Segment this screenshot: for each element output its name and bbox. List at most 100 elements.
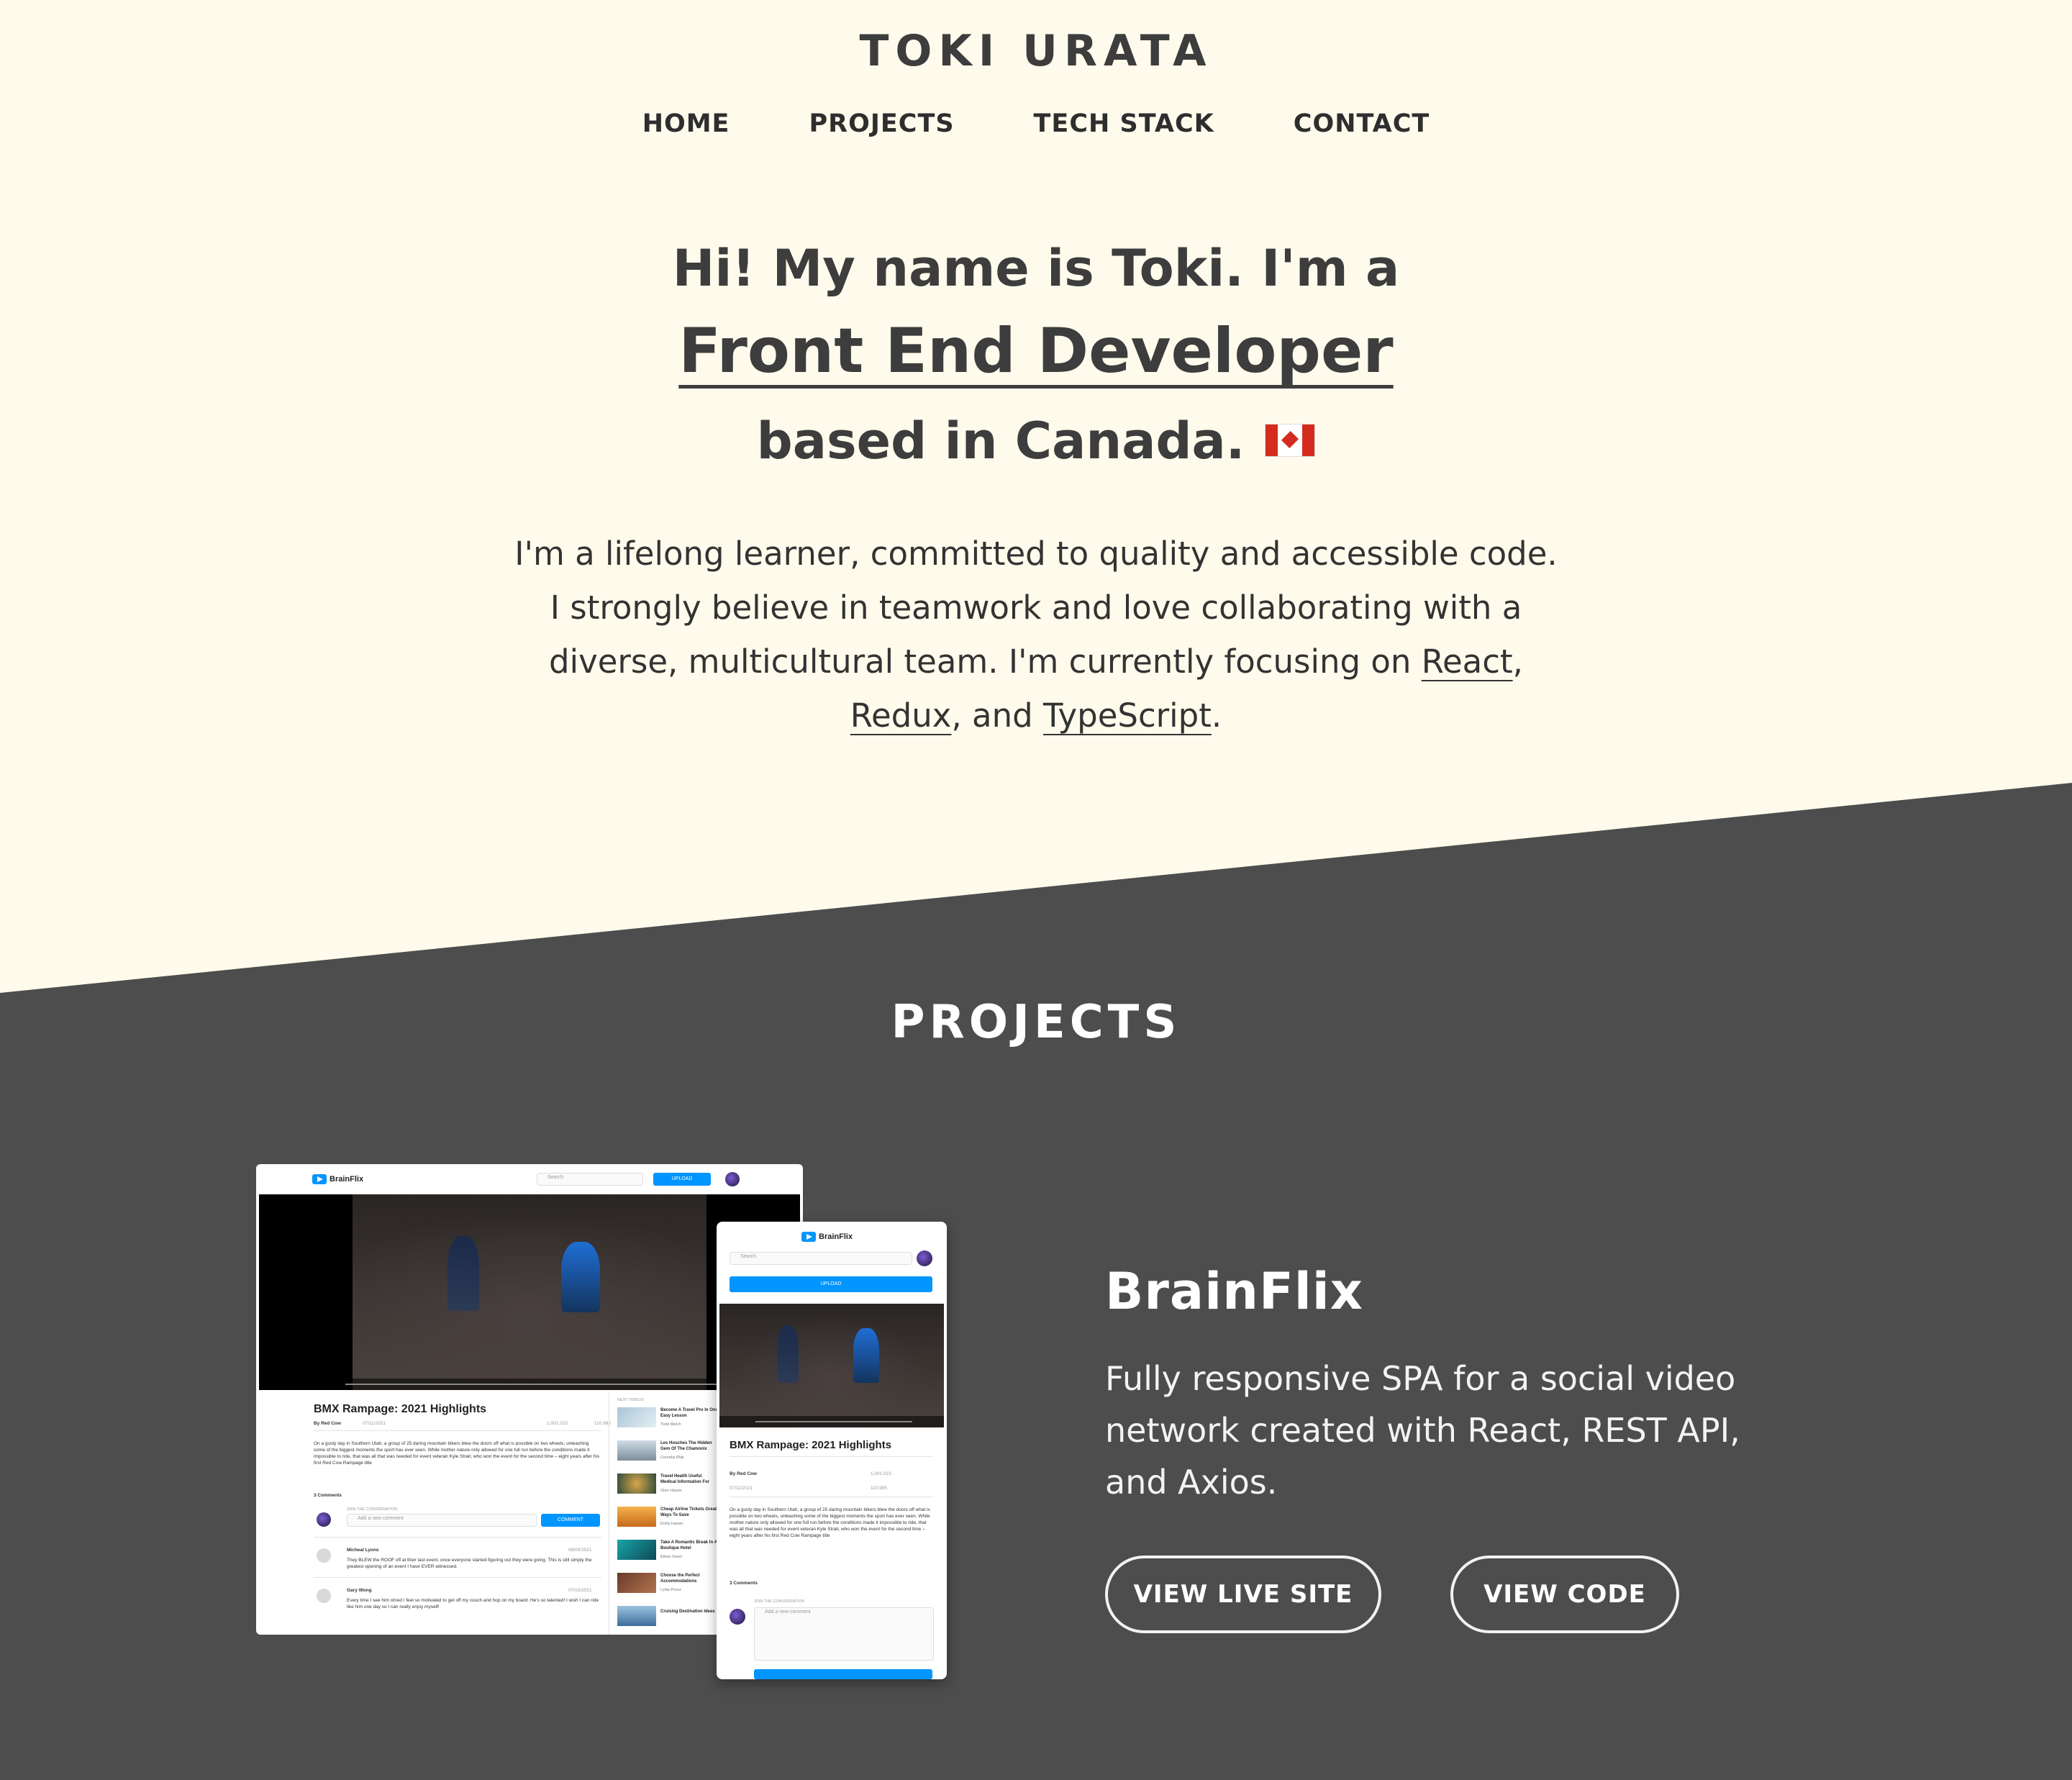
comment-date: 08/09/2021 [568,1548,592,1553]
rider-figure [853,1328,879,1383]
next-video-author: Lydia Perez [660,1588,681,1592]
hero-role-text: Front End Developer [678,315,1394,387]
comment-name: Gary Wong [347,1588,372,1593]
next-video-thumb [617,1440,656,1461]
comment-name: Micheal Lyons [347,1548,379,1553]
intro-text: . [1211,696,1222,735]
next-video-title: Les Houches The Hidden Gem Of The Chamon… [660,1441,712,1451]
mock-search-input: Search [537,1173,643,1186]
nav-home[interactable]: HOME [642,109,730,138]
rider-figure [777,1325,799,1383]
canada-flag-icon [1265,423,1316,457]
divider [730,1456,932,1457]
nav-projects[interactable]: PROJECTS [809,109,954,138]
mock-header: BrainFlix Search UPLOAD [256,1164,803,1194]
mock-search-placeholder: Search [740,1254,757,1259]
mock-video-title: BMX Rampage: 2021 Highlights [730,1439,892,1451]
mock-avatar [917,1250,932,1266]
next-video-author: Emily Harper [660,1522,683,1526]
mock-comment-button [754,1669,932,1679]
commenter-avatar [317,1548,331,1563]
divider [314,1577,601,1578]
mock-upload-button: UPLOAD [730,1276,932,1292]
mock-search-placeholder: Search [547,1175,564,1180]
next-video-author: Cornelia Blair [660,1456,685,1460]
mock-comment-input: Add a new comment [754,1607,934,1661]
nav-tech-stack[interactable]: TECH STACK [1034,109,1214,138]
intro-text: , [1512,642,1523,681]
intro-line-4: Redux, and TypeScript. [0,689,2072,743]
next-video-author: Glen Harper [660,1489,682,1493]
intro-line-1: I'm a lifelong learner, committed to qua… [514,535,1558,573]
mock-comments-count: 3 Comments [730,1581,758,1586]
brainflix-logo-icon [312,1174,327,1184]
next-video-title: Become A Travel Pro In One Easy Lesson [660,1408,718,1418]
mock-views: 1,001,023 [871,1471,891,1476]
mock-comment-button: COMMENT [541,1514,600,1527]
mock-likes: 110,985 [871,1486,888,1491]
mock-upload-button: UPLOAD [653,1173,711,1186]
next-videos-label: NEXT VIDEOS [617,1398,644,1402]
mock-logo-text: BrainFlix [819,1232,853,1241]
site-logo[interactable]: TOKI URATA [0,26,2072,76]
next-video-thumb [617,1407,656,1427]
project-description: Fully responsive SPA for a social video … [1105,1359,1740,1502]
nav-contact[interactable]: CONTACT [1294,109,1430,138]
next-video-title: Cheap Airline Tickets Great Ways To Save [660,1507,717,1517]
mock-author: By Red Cow [314,1421,341,1426]
rider-figure [447,1236,479,1311]
commenter-avatar [317,1589,331,1603]
projects-heading: PROJECTS [891,996,1181,1049]
mock-avatar [725,1172,740,1186]
brainflix-logo-icon [801,1232,816,1242]
mock-join-label: JOIN THE CONVERSATION [754,1599,805,1604]
next-video-thumb [617,1573,656,1593]
hero-role: Front End Developer [0,315,2072,387]
next-video-thumb [617,1540,656,1560]
next-video-thumb [617,1507,656,1527]
next-video-author: Todd Welch [660,1422,681,1427]
intro-paragraph: I'm a lifelong learner, committed to qua… [0,527,2072,743]
view-live-site-button[interactable]: VIEW LIVE SITE [1105,1556,1381,1633]
mock-comments-count: 3 Comments [314,1493,342,1498]
mock-author: By Red Cow [730,1471,757,1476]
project-name: BrainFlix [1105,1262,1363,1321]
react-link[interactable]: React [1422,642,1513,681]
comment-text: Every time I see him shred I feel so mot… [347,1598,599,1609]
mock-description: On a gusty day in Southern Utah, a group… [730,1507,930,1538]
main-nav: HOME PROJECTS TECH STACK CONTACT [0,109,2072,138]
redux-link[interactable]: Redux [850,696,952,735]
view-code-button[interactable]: VIEW CODE [1450,1556,1679,1633]
mock-comment-placeholder: Add a new comment [765,1609,811,1615]
hero-location: based in Canada. [0,412,2072,471]
next-video-title: Take A Romantic Break In A Boutique Hote… [660,1540,717,1550]
mock-comment-input: Add a new comment [347,1514,537,1527]
typescript-link[interactable]: TypeScript [1043,696,1212,735]
comment-text: They BLEW the ROOF off at their last eve… [347,1558,592,1569]
mock-avatar [730,1609,745,1625]
mock-description: On a gusty day in Southern Utah, a group… [314,1441,600,1466]
divider [314,1537,601,1538]
next-video-thumb [617,1474,656,1494]
next-video-thumb [617,1606,656,1626]
hero-greeting: Hi! My name is Toki. I'm a [672,239,1400,298]
next-video-title: Travel Health Useful Medical Information… [660,1474,710,1484]
mock-video-player [719,1304,944,1427]
intro-text: diverse, multicultural team. I'm current… [549,642,1422,681]
mock-date: 07/11/2021 [730,1486,753,1491]
mock-search-input: Search [730,1252,912,1265]
rider-figure [561,1242,600,1312]
divider [314,1430,601,1431]
video-controls [719,1416,944,1427]
mock-logo-text: BrainFlix [330,1175,364,1184]
next-video-title: Choose the Perfect Accommodations [660,1574,700,1584]
intro-text: , and [951,696,1044,735]
next-video-author: Ethan Owen [660,1555,683,1559]
mock-video-title: BMX Rampage: 2021 Highlights [314,1403,487,1415]
mock-date: 07/11/2021 [363,1421,386,1426]
intro-line-2: I strongly believe in teamwork and love … [550,589,1522,627]
hero-location-text: based in Canada. [756,412,1245,471]
comment-date: 07/15/2021 [568,1588,592,1593]
brainflix-mobile-screenshot: BrainFlix Search UPLOAD BMX Rampage: 202… [717,1222,947,1679]
mock-views: 1,001,023 [547,1421,568,1426]
